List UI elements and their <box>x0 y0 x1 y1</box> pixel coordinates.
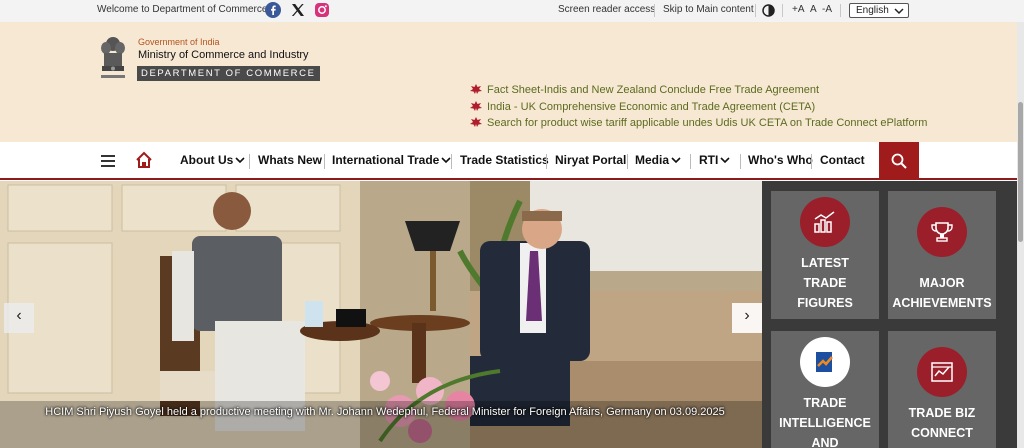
divider <box>782 4 783 17</box>
tile-label: ACHIEVEMENTS <box>892 296 992 310</box>
page-scrollbar[interactable] <box>1017 22 1024 448</box>
nav-whos-who[interactable]: Who's Who <box>748 153 813 167</box>
tile-label: MAJOR <box>919 276 965 290</box>
tile-label: CONNECT <box>911 426 973 440</box>
quick-links-panel: LATEST TRADE FIGURES MAJOR ACHIEVEMENTS … <box>762 181 1024 448</box>
nav-trade-statistics[interactable]: Trade Statistics <box>460 153 549 167</box>
tile-label: TRADE <box>803 396 847 410</box>
nav-divider <box>740 154 741 169</box>
main-nav: About Us Whats New International Trade T… <box>0 142 1024 180</box>
tile-trade-biz-connect[interactable]: TRADE BIZ CONNECT <box>888 331 996 448</box>
chevron-down-icon <box>720 153 730 167</box>
tile-label: AND <box>811 436 839 448</box>
flower-bullet-icon <box>470 101 482 111</box>
instagram-icon[interactable] <box>314 2 330 18</box>
nav-media[interactable]: Media <box>635 153 681 167</box>
nav-divider <box>627 154 628 169</box>
divider <box>654 4 655 17</box>
divider <box>840 4 841 17</box>
skip-main-link[interactable]: Skip to Main content <box>663 4 754 15</box>
language-value: English <box>856 5 889 16</box>
chevron-right-icon: › <box>744 307 750 324</box>
news-item[interactable]: India - UK Comprehensive Economic and Tr… <box>470 101 815 113</box>
nav-divider <box>324 154 325 169</box>
tile-trade-intelligence[interactable]: TRADE INTELLIGENCE AND <box>771 331 879 448</box>
tile-label: FIGURES <box>797 296 853 310</box>
ministry-name: Ministry of Commerce and Industry <box>138 49 309 61</box>
nav-divider <box>811 154 812 169</box>
trophy-icon <box>917 207 967 257</box>
nav-about-us[interactable]: About Us <box>180 153 245 167</box>
carousel-caption: HCIM Shri Piyush Goyel held a productive… <box>45 406 725 418</box>
chevron-down-icon <box>441 153 451 167</box>
font-normal-button[interactable]: A <box>810 4 817 15</box>
nav-divider <box>546 154 547 169</box>
tile-label: TRADE BIZ <box>908 406 976 420</box>
carousel-next-button[interactable]: › <box>732 303 762 333</box>
national-emblem-icon[interactable] <box>98 35 128 83</box>
nav-niryat-portal[interactable]: Niryat Portal <box>555 153 626 167</box>
nav-rti[interactable]: RTI <box>699 153 730 167</box>
hamburger-menu-icon[interactable] <box>101 154 115 167</box>
language-select[interactable]: English <box>849 3 909 18</box>
news-text: Search for product wise tariff applicabl… <box>487 117 928 129</box>
facebook-icon[interactable] <box>265 2 281 18</box>
nav-divider <box>451 154 452 169</box>
welcome-text: Welcome to Department of Commerce <box>97 4 268 15</box>
tile-label: LATEST <box>801 256 849 270</box>
flower-bullet-icon <box>470 84 482 94</box>
nav-whats-new[interactable]: Whats New <box>258 153 322 167</box>
nav-divider <box>690 154 691 169</box>
nav-international-trade[interactable]: International Trade <box>332 153 451 167</box>
tile-label: INTELLIGENCE <box>779 416 871 430</box>
nav-contact[interactable]: Contact <box>820 153 865 167</box>
carousel-prev-button[interactable]: ‹ <box>4 303 34 333</box>
news-item[interactable]: Search for product wise tariff applicabl… <box>470 117 927 129</box>
chevron-left-icon: ‹ <box>16 307 22 324</box>
tile-major-achievements[interactable]: MAJOR ACHIEVEMENTS <box>888 191 996 319</box>
trade-intelligence-icon <box>800 337 850 387</box>
font-increase-button[interactable]: +A <box>792 4 805 15</box>
government-label: Government of India <box>138 37 220 47</box>
news-text: India - UK Comprehensive Economic and Tr… <box>487 101 816 113</box>
top-utility-bar: Welcome to Department of Commerce Screen… <box>0 0 1024 22</box>
tile-latest-trade-figures[interactable]: LATEST TRADE FIGURES <box>771 191 879 319</box>
tile-label: TRADE <box>803 276 847 290</box>
divider <box>755 4 756 17</box>
nav-divider <box>249 154 250 169</box>
contrast-icon[interactable] <box>762 4 775 17</box>
news-text: Fact Sheet-Indis and New Zealand Conclud… <box>487 84 820 96</box>
font-decrease-button[interactable]: -A <box>822 4 832 15</box>
news-item[interactable]: Fact Sheet-Indis and New Zealand Conclud… <box>470 84 819 96</box>
hero-carousel[interactable]: ‹ › HCIM Shri Piyush Goyel held a produc… <box>0 181 762 448</box>
home-icon[interactable] <box>135 151 153 169</box>
trade-connect-icon <box>917 347 967 397</box>
screen-reader-link[interactable]: Screen reader access <box>558 4 655 15</box>
search-button[interactable] <box>879 142 919 180</box>
department-name: DEPARTMENT OF COMMERCE <box>137 66 320 81</box>
chevron-down-icon <box>894 6 904 19</box>
site-header: Government of India Ministry of Commerce… <box>0 22 1024 142</box>
scrollbar-thumb[interactable] <box>1018 102 1023 242</box>
flower-bullet-icon <box>470 117 482 127</box>
chevron-down-icon <box>671 153 681 167</box>
search-icon <box>891 153 907 169</box>
chevron-down-icon <box>235 153 245 167</box>
bar-chart-icon <box>800 197 850 247</box>
x-icon[interactable] <box>290 2 306 18</box>
